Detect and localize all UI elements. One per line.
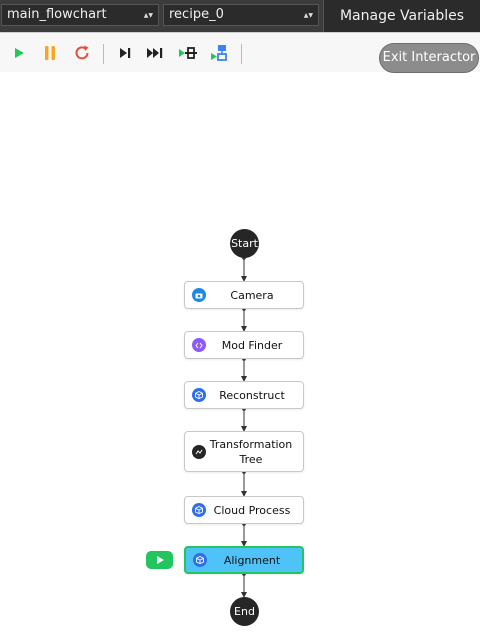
fast-forward-icon[interactable] — [146, 43, 166, 63]
tree-icon — [192, 444, 206, 459]
toolbar-divider — [241, 44, 242, 64]
step-icon[interactable] — [115, 43, 135, 63]
end-node[interactable]: End — [230, 597, 259, 626]
flow-node-cloud-process[interactable]: Cloud Process — [184, 496, 304, 524]
manage-variables-button[interactable]: Manage Variables — [323, 0, 480, 32]
top-bar: main_flowchart ▲▼ recipe_0 ▲▼ Manage Var… — [0, 0, 480, 32]
flowchart-select[interactable]: main_flowchart ▲▼ — [1, 4, 159, 26]
recipe-select[interactable]: recipe_0 ▲▼ — [163, 4, 319, 26]
play-icon — [156, 556, 164, 564]
flow-node-reconstruct[interactable]: Reconstruct — [184, 381, 304, 409]
exit-interactor-button[interactable]: Exit Interactor — [379, 43, 479, 73]
debug-toolbar: Exit Interactor — [0, 32, 480, 73]
cube-icon — [192, 503, 206, 517]
flowchart-select-value: main_flowchart — [7, 7, 107, 22]
current-step-marker — [146, 551, 173, 569]
start-node[interactable]: Start — [230, 229, 259, 258]
pause-icon[interactable] — [40, 43, 60, 63]
select-arrows-icon: ▲▼ — [143, 11, 153, 19]
flowchart-canvas[interactable]: Start Camera Mod Finder Reconstruct Tran… — [0, 72, 480, 643]
toolbar-divider — [103, 44, 104, 64]
flow-node-camera[interactable]: Camera — [184, 281, 304, 309]
code-icon — [192, 338, 206, 352]
play-icon[interactable] — [9, 43, 29, 63]
recipe-select-value: recipe_0 — [169, 7, 224, 22]
flow-node-transformation-tree[interactable]: Transformation Tree — [184, 431, 304, 472]
flow-node-mod-finder[interactable]: Mod Finder — [184, 331, 304, 359]
camera-icon — [192, 288, 206, 302]
select-arrows-icon: ▲▼ — [303, 11, 313, 19]
cube-icon — [193, 553, 207, 567]
step-over-icon[interactable] — [210, 43, 230, 63]
cube-icon — [192, 388, 206, 402]
restart-icon[interactable] — [72, 43, 92, 63]
step-into-icon[interactable] — [178, 43, 198, 63]
flow-node-alignment[interactable]: Alignment — [184, 546, 304, 574]
